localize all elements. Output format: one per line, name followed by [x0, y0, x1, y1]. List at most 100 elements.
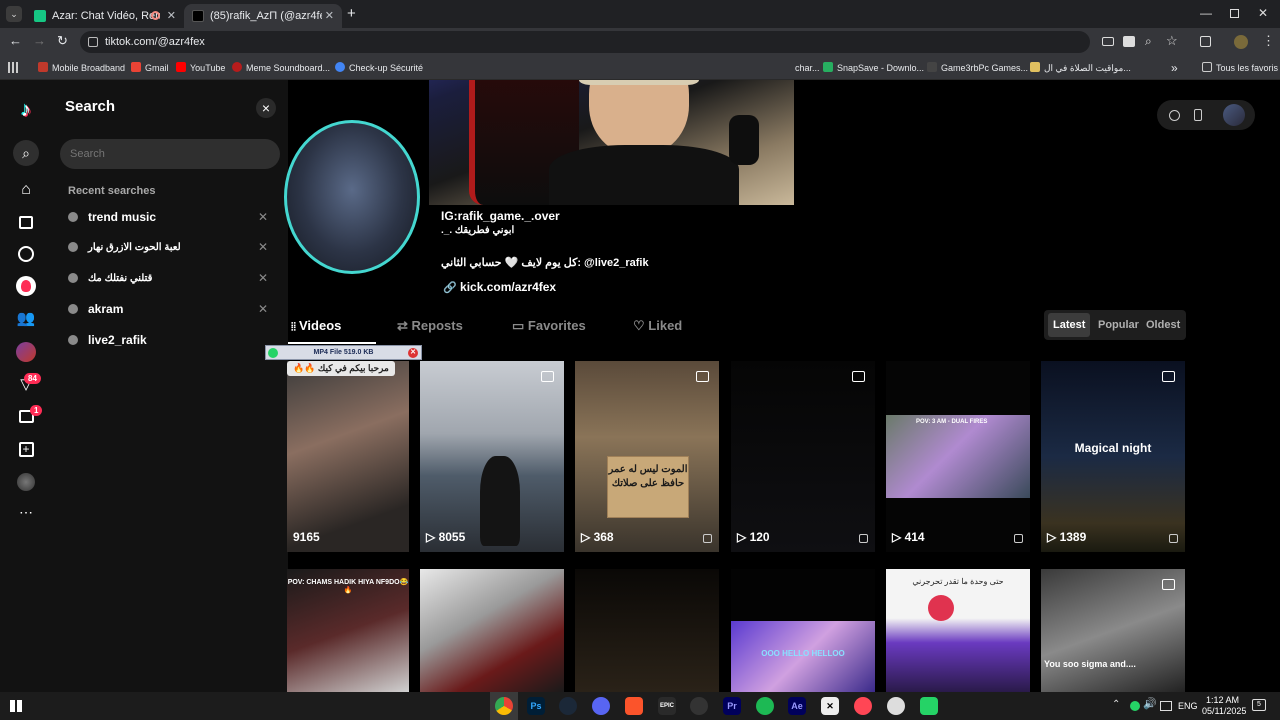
discord-icon[interactable]	[592, 697, 610, 715]
sort-oldest[interactable]: Oldest	[1141, 313, 1185, 337]
site-info-icon[interactable]	[88, 37, 98, 47]
user-avatar-small[interactable]	[1223, 104, 1245, 126]
video-card[interactable]: OOO HELLO HELLOO	[731, 569, 875, 692]
bookmark-item[interactable]: مواقيت الصلاة في ال...	[1030, 56, 1131, 80]
volume-icon[interactable]: 🔊	[1143, 697, 1157, 710]
keyboard-language[interactable]: ENG	[1178, 701, 1198, 711]
remove-recent-icon[interactable]: ✕	[258, 240, 268, 254]
close-popup-icon[interactable]: ✕	[408, 348, 418, 358]
video-card[interactable]: You soo sigma and....	[1041, 569, 1185, 692]
cast-icon[interactable]	[1102, 37, 1114, 46]
recent-search-item[interactable]: live2_rafik	[68, 330, 278, 350]
apps-grid-icon[interactable]	[8, 62, 19, 73]
extensions-icon[interactable]	[1200, 36, 1211, 47]
close-tab-icon[interactable]: ✕	[325, 9, 334, 22]
after-effects-icon[interactable]: Ae	[788, 697, 806, 715]
following-icon[interactable]: 👥	[14, 306, 38, 330]
recent-search-item[interactable]: قتلني نفتلك مك ✕	[68, 268, 278, 288]
address-bar[interactable]: tiktok.com/@azr4fex	[80, 31, 1090, 53]
translate-icon[interactable]	[1123, 36, 1135, 47]
bookmarks-more-icon[interactable]: »	[1171, 56, 1178, 80]
close-tab-icon[interactable]: ✕	[167, 9, 176, 22]
brave-icon[interactable]	[625, 697, 643, 715]
app-icon[interactable]	[887, 697, 905, 715]
video-card[interactable]: Magical night ▷ 1389	[1041, 361, 1185, 552]
tab-reposts[interactable]: ⇄ Reposts	[397, 318, 463, 334]
epic-games-icon[interactable]: EPIC	[658, 697, 676, 715]
download-popup[interactable]: MP4 File 519.0 KB ✕	[265, 345, 422, 360]
profile-link[interactable]: 🔗 kick.com/azr4fex	[443, 280, 556, 294]
chrome-icon[interactable]	[495, 697, 513, 715]
reload-icon[interactable]: ↻	[57, 33, 68, 49]
video-card[interactable]: ▷ 120	[731, 361, 875, 552]
profile-avatar-icon[interactable]	[1234, 35, 1248, 49]
bookmark-item[interactable]: Game3rbPc Games...	[927, 56, 1028, 80]
tray-chevron-icon[interactable]: ⌃	[1112, 699, 1120, 710]
video-card[interactable]: حتى وحدة ما تقدر تحرجرني	[886, 569, 1030, 692]
home-icon[interactable]: ⌂	[14, 178, 38, 202]
profile-avatar[interactable]	[284, 120, 420, 274]
live-studio-icon[interactable]	[14, 470, 38, 494]
bookmark-item[interactable]: Meme Soundboard...	[232, 56, 330, 80]
browser-menu-icon[interactable]: ⋮	[1262, 33, 1275, 49]
bookmark-item[interactable]: YouTube	[176, 56, 225, 80]
steam-icon[interactable]	[559, 697, 577, 715]
browser-tab-azar[interactable]: Azar: Chat Vidéo, Rencontre ✕	[26, 4, 184, 28]
close-search-button[interactable]: ×	[256, 98, 276, 118]
video-card[interactable]: ▷ 8055	[420, 361, 564, 552]
close-window-icon[interactable]: ✕	[1258, 6, 1268, 20]
bookmark-item[interactable]: Check-up Sécurité	[335, 56, 423, 80]
remove-recent-icon[interactable]: ✕	[258, 302, 268, 316]
bookmark-star-icon[interactable]: ☆	[1166, 33, 1178, 49]
restore-icon[interactable]	[1230, 9, 1239, 18]
tab-list-icon[interactable]: ⌄	[6, 6, 22, 22]
obs-icon[interactable]	[690, 697, 708, 715]
forward-icon[interactable]: →	[33, 33, 46, 48]
minimize-icon[interactable]: —	[1200, 6, 1212, 20]
video-card[interactable]	[420, 569, 564, 692]
bookmark-item[interactable]: char...	[795, 56, 820, 80]
all-bookmarks-folder[interactable]: Tous les favoris	[1202, 56, 1278, 80]
explore-compass-icon[interactable]	[14, 242, 38, 266]
spotify-icon[interactable]	[756, 697, 774, 715]
recent-search-item[interactable]: akram ✕	[68, 299, 278, 319]
clock-date[interactable]: 05/11/2025	[1202, 706, 1246, 716]
tray-network-icon[interactable]	[1160, 701, 1172, 711]
recent-search-item[interactable]: لعبة الحوت الازرق نهار ✕	[68, 237, 278, 257]
upload-icon[interactable]: +	[14, 437, 38, 461]
notification-center-icon[interactable]: 5	[1252, 699, 1266, 711]
tab-videos[interactable]: ⦙⦙ Videos	[291, 318, 341, 334]
remove-recent-icon[interactable]: ✕	[258, 210, 268, 224]
video-card[interactable]: POV: CHAMS HADIK HIYA NF9DO😂🔥	[287, 569, 409, 692]
tab-favorites[interactable]: ▭ Favorites	[512, 318, 586, 334]
back-icon[interactable]: ←	[9, 33, 22, 48]
whatsapp-taskbar-icon[interactable]	[920, 697, 938, 715]
video-card[interactable]: الموت ليس له عمر حافظ على صلاتك ▷ 368	[575, 361, 719, 552]
search-input[interactable]	[60, 139, 280, 169]
video-card[interactable]: POV: 3 AM - DUAL FIRES ▷ 414	[886, 361, 1030, 552]
video-card[interactable]: مرحبا بيكم في كيك 🔥🔥 9165	[287, 361, 409, 552]
browser-tab-tiktok[interactable]: (85)rafik_AzΠ (@azr4fex) | TikTok ✕	[184, 4, 342, 28]
more-icon[interactable]: ⋯	[14, 500, 38, 524]
tiktok-logo-icon[interactable]: ♪	[14, 98, 38, 122]
phone-icon[interactable]	[1194, 109, 1202, 121]
clock-time[interactable]: 1:12 AM	[1206, 695, 1239, 705]
new-tab-button[interactable]: +	[347, 5, 356, 22]
premiere-icon[interactable]: Pr	[723, 697, 741, 715]
windows-start-icon[interactable]	[10, 700, 22, 712]
capcut-icon[interactable]: ✕	[821, 697, 839, 715]
bookmark-item[interactable]: Mobile Broadband	[38, 56, 125, 80]
zoom-icon[interactable]: ⌕	[1145, 34, 1152, 49]
bookmark-item[interactable]: SnapSave - Downlo...	[823, 56, 924, 80]
tray-app-icon[interactable]	[1130, 701, 1140, 711]
sort-popular[interactable]: Popular	[1093, 313, 1144, 337]
valorant-icon[interactable]	[854, 697, 872, 715]
shop-icon[interactable]	[14, 210, 38, 234]
photoshop-icon[interactable]: Ps	[527, 697, 545, 715]
remove-recent-icon[interactable]: ✕	[258, 271, 268, 285]
bookmark-item[interactable]: Gmail	[131, 56, 169, 80]
search-nav-icon[interactable]: ⌕	[13, 140, 39, 166]
tab-liked[interactable]: ♡ Liked	[633, 318, 682, 334]
recent-search-item[interactable]: trend music ✕	[68, 207, 278, 227]
live-flame-icon[interactable]	[14, 274, 38, 298]
